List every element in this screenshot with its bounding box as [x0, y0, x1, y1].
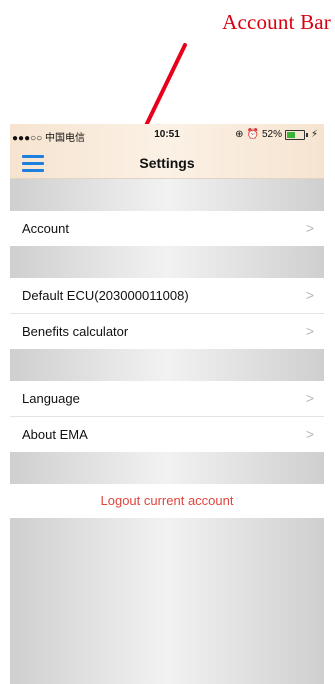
settings-item-label: Language [22, 391, 80, 406]
alarm-icon: ⏰ [246, 129, 259, 140]
annotation-label: Account Bar [222, 10, 331, 34]
settings-item-language[interactable]: Language > [10, 381, 324, 417]
settings-item-account[interactable]: Account > [10, 211, 324, 246]
settings-group-account: Account > [10, 211, 324, 246]
battery-fill [286, 131, 295, 138]
settings-item-benefits-calculator[interactable]: Benefits calculator > [10, 314, 324, 349]
status-right: ⊕ ⏰ 52% ⚡ [235, 129, 318, 140]
page-title: Settings [139, 155, 195, 171]
chevron-right-icon: > [305, 390, 314, 406]
chevron-right-icon: > [305, 220, 314, 236]
settings-group-general: Language > About EMA > [10, 381, 324, 452]
phone-screen: ●●●○○ 中国电信 10:51 ⊕ ⏰ 52% ⚡ Settings Acco… [10, 124, 324, 684]
settings-item-about-ema[interactable]: About EMA > [10, 417, 324, 452]
chevron-right-icon: > [305, 287, 314, 303]
status-bar: ●●●○○ 中国电信 10:51 ⊕ ⏰ 52% ⚡ [10, 124, 324, 144]
settings-item-label: About EMA [22, 427, 88, 442]
settings-item-label: Account [22, 221, 69, 236]
charging-icon: ⚡ [310, 129, 318, 140]
battery-percent: 52% [261, 129, 282, 140]
chevron-right-icon: > [305, 323, 314, 339]
logout-button[interactable]: Logout current account [10, 484, 324, 518]
chevron-right-icon: > [305, 426, 314, 442]
settings-item-default-ecu[interactable]: Default ECU(203000011008) > [10, 278, 324, 314]
battery-tip [305, 132, 308, 137]
settings-list: Account > Default ECU(203000011008) > Be… [10, 179, 324, 518]
settings-item-label: Default ECU(203000011008) [22, 288, 189, 303]
settings-item-label: Benefits calculator [22, 324, 129, 339]
battery-icon [284, 129, 305, 140]
nav-header: ●●●○○ 中国电信 10:51 ⊕ ⏰ 52% ⚡ Settings [10, 124, 324, 179]
settings-group-device: Default ECU(203000011008) > Benefits cal… [10, 278, 324, 349]
rotation-lock-icon: ⊕ [235, 129, 244, 140]
